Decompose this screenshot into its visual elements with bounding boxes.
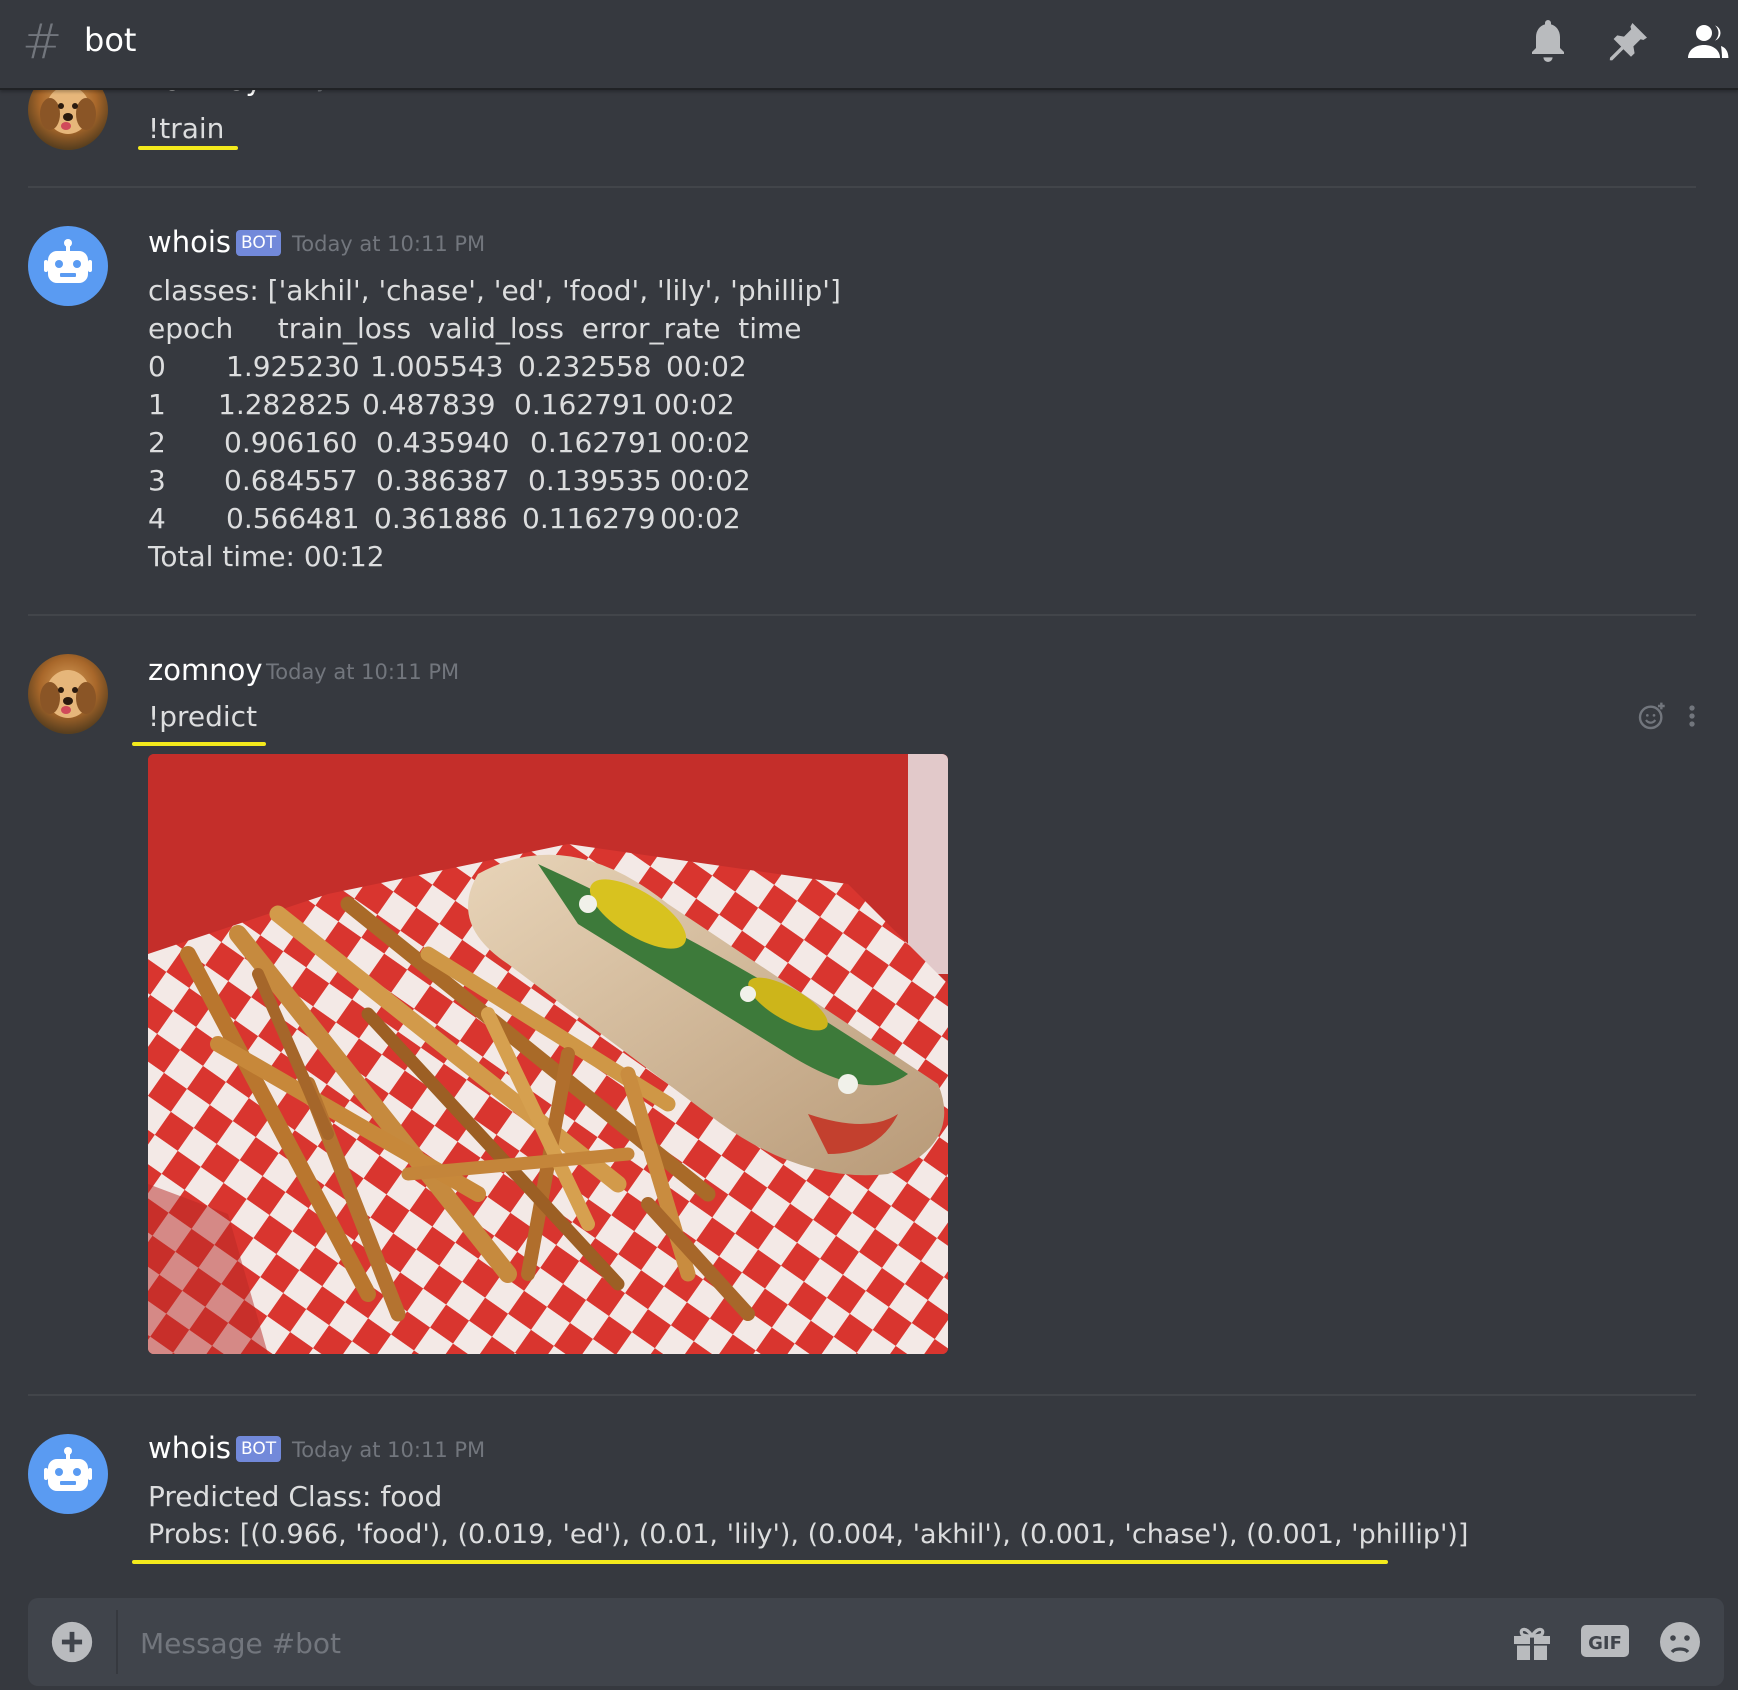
svg-text:GIF: GIF xyxy=(1588,1633,1622,1654)
table-cell: 0.684557 xyxy=(224,464,358,497)
table-cell: 0.566481 xyxy=(226,502,360,535)
composer-divider xyxy=(116,1610,118,1674)
table-cell: 2 xyxy=(148,426,166,459)
channel-header: # bot xyxy=(0,0,1738,90)
table-cell: 0.386387 xyxy=(376,464,510,497)
table-cell: 1.282825 xyxy=(218,388,352,421)
table-cell: 00:02 xyxy=(666,350,747,383)
avatar-zomnoy[interactable] xyxy=(28,90,108,150)
emoji-icon[interactable] xyxy=(1656,1618,1704,1666)
message-author[interactable]: zomnoy xyxy=(148,90,263,98)
bot-badge: BOT xyxy=(236,1436,282,1462)
table-cell: 0.162791 xyxy=(514,388,648,421)
bot-badge: BOT xyxy=(236,230,282,256)
food-photo[interactable] xyxy=(148,754,948,1354)
message-timestamp: Today at 10:11 PM xyxy=(266,660,460,684)
message-timestamp: Today at 10:10 PM xyxy=(268,90,461,98)
message-composer: GIF xyxy=(28,1598,1724,1686)
table-cell: 0.162791 xyxy=(530,426,664,459)
table-cell: 1.925230 xyxy=(226,350,360,383)
table-cell: 0 xyxy=(148,350,166,383)
pin-icon[interactable] xyxy=(1604,18,1652,66)
message-divider xyxy=(28,1394,1696,1396)
table-cell: 0.116279 xyxy=(522,502,656,535)
members-icon[interactable] xyxy=(1684,18,1732,66)
table-cell: 0.435940 xyxy=(376,426,510,459)
message-content: !train xyxy=(148,112,225,145)
total-time: Total time: 00:12 xyxy=(148,540,385,573)
message-author[interactable]: whois xyxy=(148,224,231,260)
gif-icon[interactable]: GIF xyxy=(1580,1622,1630,1660)
message-divider xyxy=(28,186,1696,188)
message-author[interactable]: whois xyxy=(148,1430,231,1466)
table-cell: 1 xyxy=(148,388,166,421)
table-cell: 00:02 xyxy=(670,464,751,497)
plus-icon[interactable] xyxy=(50,1620,94,1664)
table-header: epoch train_loss valid_loss error_rate t… xyxy=(148,312,802,345)
add-reaction-icon[interactable] xyxy=(1636,700,1668,732)
predicted-class: Predicted Class: food xyxy=(148,1480,443,1513)
message-timestamp: Today at 10:11 PM xyxy=(292,1438,486,1462)
highlight-underline xyxy=(132,1560,1388,1564)
message-list: zomnoy Today at 10:10 PM !train whois BO… xyxy=(0,90,1738,1590)
message-input[interactable] xyxy=(138,1614,1422,1672)
table-cell: 0.232558 xyxy=(518,350,652,383)
more-icon[interactable] xyxy=(1684,700,1700,732)
message-content: !predict xyxy=(148,700,258,733)
bell-icon[interactable] xyxy=(1524,18,1572,66)
highlight-underline xyxy=(138,146,238,150)
message-author[interactable]: zomnoy xyxy=(148,652,263,688)
table-cell: 0.139535 xyxy=(528,464,662,497)
table-cell: 0.361886 xyxy=(374,502,508,535)
table-cell: 0.487839 xyxy=(362,388,496,421)
highlight-underline xyxy=(132,742,266,746)
avatar-whois[interactable] xyxy=(28,1434,108,1514)
table-cell: 00:02 xyxy=(670,426,751,459)
classes-line: classes: ['akhil', 'chase', 'ed', 'food'… xyxy=(148,274,841,307)
avatar-zomnoy[interactable] xyxy=(28,654,108,734)
channel-name: bot xyxy=(84,21,137,59)
table-cell: 00:02 xyxy=(654,388,735,421)
table-cell: 0.906160 xyxy=(224,426,358,459)
table-cell: 4 xyxy=(148,502,166,535)
avatar-whois[interactable] xyxy=(28,226,108,306)
gift-icon[interactable] xyxy=(1508,1618,1556,1666)
table-cell: 00:02 xyxy=(660,502,741,535)
table-cell: 1.005543 xyxy=(370,350,504,383)
message-divider xyxy=(28,614,1696,616)
probs-line: Probs: [(0.966, 'food'), (0.019, 'ed'), … xyxy=(148,1519,1469,1550)
message-timestamp: Today at 10:11 PM xyxy=(292,232,486,256)
table-cell: 3 xyxy=(148,464,166,497)
channel-hash-icon: # xyxy=(22,14,63,70)
